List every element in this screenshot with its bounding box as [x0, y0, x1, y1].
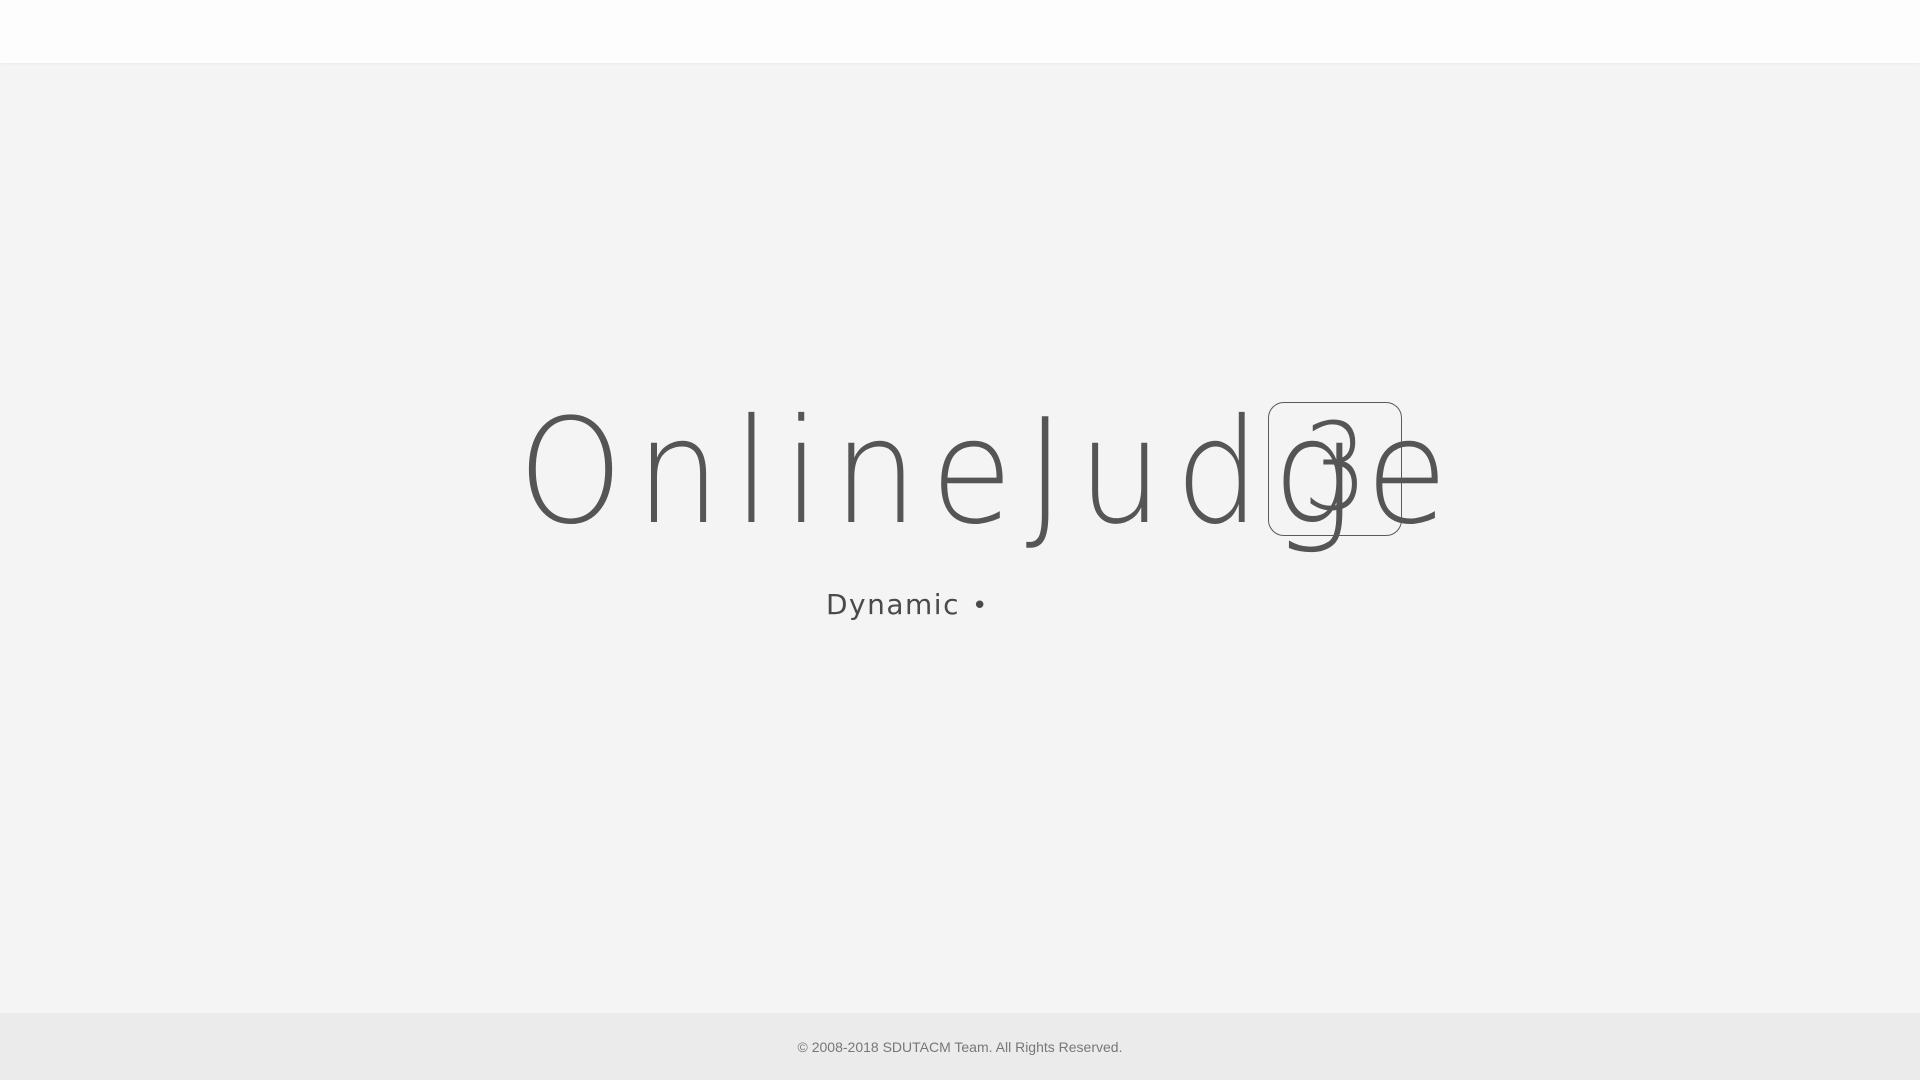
- copyright-text: © 2008-2018 SDUTACM Team. All Rights Res…: [797, 1038, 1123, 1055]
- cursor-dot-icon: •: [971, 591, 989, 621]
- page-footer: © 2008-2018 SDUTACM Team. All Rights Res…: [0, 1013, 1920, 1080]
- hero-tagline: Dynamic •: [826, 588, 989, 621]
- version-number: 3: [1302, 399, 1368, 538]
- version-badge: 3: [1268, 402, 1402, 536]
- top-navbar: [0, 0, 1920, 63]
- tagline-text: Dynamic: [826, 588, 960, 621]
